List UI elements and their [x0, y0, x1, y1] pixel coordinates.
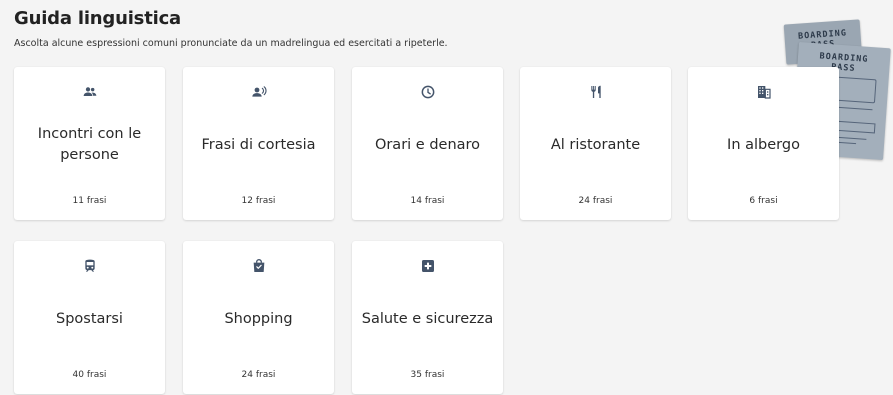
category-card-salute[interactable]: Salute e sicurezza 35 frasi: [352, 241, 503, 394]
people-icon: [14, 83, 165, 101]
category-label: Frasi di cortesia: [201, 136, 316, 153]
category-label: Orari e denaro: [374, 136, 481, 153]
category-label: Salute e sicurezza: [361, 310, 494, 327]
shopping-bag-icon: [183, 257, 334, 275]
page-title: Guida linguistica: [14, 8, 181, 29]
page-subtitle: Ascolta alcune espressioni comuni pronun…: [14, 38, 448, 49]
category-label: Spostarsi: [56, 310, 123, 327]
category-card-shopping[interactable]: Shopping 24 frasi: [183, 241, 334, 394]
category-label: Incontri con le persone: [37, 126, 142, 163]
phrase-count: 24 frasi: [578, 196, 613, 206]
category-card-ristorante[interactable]: Al ristorante 24 frasi: [520, 67, 671, 220]
category-card-spostarsi[interactable]: Spostarsi 40 frasi: [14, 241, 165, 394]
category-card-albergo[interactable]: In albergo 6 frasi: [688, 67, 839, 220]
phrase-count: 11 frasi: [72, 196, 107, 206]
phrase-count: 12 frasi: [241, 196, 276, 206]
first-aid-icon: [352, 257, 503, 275]
speaking-person-icon: [183, 83, 334, 101]
train-icon: [14, 257, 165, 275]
clock-icon: [352, 83, 503, 101]
category-label: Shopping: [224, 310, 293, 327]
category-card-cortesia[interactable]: Frasi di cortesia 12 frasi: [183, 67, 334, 220]
category-card-incontri[interactable]: Incontri con le persone 11 frasi: [14, 67, 165, 220]
phrase-count: 14 frasi: [410, 196, 445, 206]
building-icon: [688, 83, 839, 101]
category-card-orari[interactable]: Orari e denaro 14 frasi: [352, 67, 503, 220]
phrase-count: 6 frasi: [749, 196, 778, 206]
phrase-count: 24 frasi: [241, 370, 276, 380]
phrase-count: 40 frasi: [72, 370, 107, 380]
fork-knife-icon: [520, 83, 671, 101]
category-label: In albergo: [727, 136, 800, 153]
category-label: Al ristorante: [550, 136, 641, 153]
phrase-count: 35 frasi: [410, 370, 445, 380]
